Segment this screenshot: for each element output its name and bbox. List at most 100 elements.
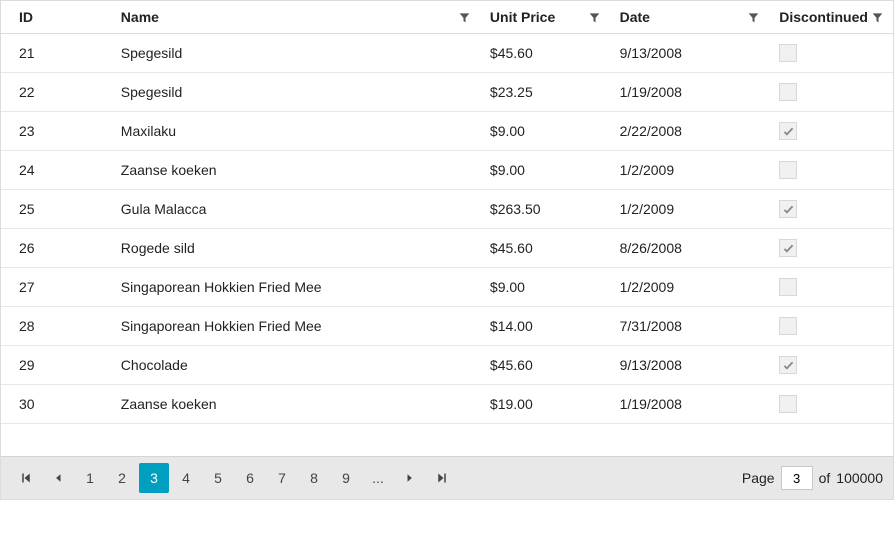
column-label: Date: [620, 9, 749, 25]
page-input[interactable]: [781, 466, 813, 490]
page-number-button[interactable]: 1: [75, 463, 105, 493]
table-row[interactable]: 30Zaanse koeken$19.001/19/2008: [1, 385, 893, 424]
pager-ellipsis[interactable]: ...: [363, 463, 393, 493]
column-header-price[interactable]: Unit Price: [480, 1, 610, 33]
cell-date: 2/22/2008: [610, 112, 770, 150]
cell-price: $45.60: [480, 34, 610, 72]
column-header-name[interactable]: Name: [111, 1, 480, 33]
cell-name: Zaanse koeken: [111, 151, 480, 189]
table-row[interactable]: 28Singaporean Hokkien Fried Mee$14.007/3…: [1, 307, 893, 346]
cell-price: $9.00: [480, 112, 610, 150]
page-number-button[interactable]: 5: [203, 463, 233, 493]
table-row[interactable]: 26Rogede sild$45.608/26/2008: [1, 229, 893, 268]
filter-icon[interactable]: [872, 12, 883, 23]
cell-name: Singaporean Hokkien Fried Mee: [111, 307, 480, 345]
pager-nav: 123456789 ...: [11, 463, 457, 493]
cell-id: 25: [1, 190, 111, 228]
checkbox-checked-icon[interactable]: [779, 200, 797, 218]
cell-discontinued: [769, 307, 893, 345]
column-label: Unit Price: [490, 9, 589, 25]
page-number-button[interactable]: 7: [267, 463, 297, 493]
cell-price: $14.00: [480, 307, 610, 345]
page-number-button[interactable]: 6: [235, 463, 265, 493]
cell-discontinued: [769, 190, 893, 228]
cell-discontinued: [769, 385, 893, 423]
cell-date: 1/19/2008: [610, 385, 770, 423]
cell-discontinued: [769, 346, 893, 384]
cell-discontinued: [769, 151, 893, 189]
table-spacer: [1, 424, 893, 456]
column-header-date[interactable]: Date: [610, 1, 770, 33]
column-label: Discontinued: [779, 9, 872, 25]
last-page-button[interactable]: [427, 463, 457, 493]
filter-icon[interactable]: [589, 12, 600, 23]
page-number-button[interactable]: 8: [299, 463, 329, 493]
cell-date: 7/31/2008: [610, 307, 770, 345]
page-label: Page: [742, 470, 775, 486]
cell-name: Singaporean Hokkien Fried Mee: [111, 268, 480, 306]
cell-name: Rogede sild: [111, 229, 480, 267]
cell-price: $23.25: [480, 73, 610, 111]
pager: 123456789 ... Page of 100000: [1, 456, 893, 499]
cell-price: $45.60: [480, 346, 610, 384]
column-header-id[interactable]: ID: [1, 1, 111, 33]
cell-date: 1/2/2009: [610, 151, 770, 189]
filter-icon[interactable]: [459, 12, 470, 23]
column-label: ID: [19, 9, 101, 25]
cell-price: $45.60: [480, 229, 610, 267]
table-row[interactable]: 25Gula Malacca$263.501/2/2009: [1, 190, 893, 229]
cell-id: 21: [1, 34, 111, 72]
table-body: 21Spegesild$45.609/13/200822Spegesild$23…: [1, 34, 893, 424]
total-pages: 100000: [836, 470, 883, 486]
of-label: of: [819, 470, 831, 486]
cell-name: Chocolade: [111, 346, 480, 384]
cell-id: 29: [1, 346, 111, 384]
cell-name: Gula Malacca: [111, 190, 480, 228]
cell-date: 9/13/2008: [610, 34, 770, 72]
cell-discontinued: [769, 34, 893, 72]
column-header-discontinued[interactable]: Discontinued: [769, 1, 893, 33]
page-number-button[interactable]: 4: [171, 463, 201, 493]
cell-date: 9/13/2008: [610, 346, 770, 384]
checkbox-icon[interactable]: [779, 161, 797, 179]
cell-price: $9.00: [480, 268, 610, 306]
cell-date: 1/19/2008: [610, 73, 770, 111]
checkbox-icon[interactable]: [779, 395, 797, 413]
checkbox-checked-icon[interactable]: [779, 122, 797, 140]
cell-discontinued: [769, 112, 893, 150]
checkbox-checked-icon[interactable]: [779, 239, 797, 257]
table-row[interactable]: 27Singaporean Hokkien Fried Mee$9.001/2/…: [1, 268, 893, 307]
checkbox-icon[interactable]: [779, 278, 797, 296]
cell-name: Maxilaku: [111, 112, 480, 150]
table-row[interactable]: 24Zaanse koeken$9.001/2/2009: [1, 151, 893, 190]
cell-id: 27: [1, 268, 111, 306]
next-page-button[interactable]: [395, 463, 425, 493]
checkbox-checked-icon[interactable]: [779, 356, 797, 374]
table-row[interactable]: 22Spegesild$23.251/19/2008: [1, 73, 893, 112]
page-number-button[interactable]: 9: [331, 463, 361, 493]
cell-id: 28: [1, 307, 111, 345]
cell-discontinued: [769, 73, 893, 111]
first-page-button[interactable]: [11, 463, 41, 493]
checkbox-icon[interactable]: [779, 83, 797, 101]
table-header: ID Name Unit Price Date Discontinued: [1, 1, 893, 34]
cell-name: Spegesild: [111, 73, 480, 111]
cell-id: 23: [1, 112, 111, 150]
prev-page-button[interactable]: [43, 463, 73, 493]
cell-price: $19.00: [480, 385, 610, 423]
page-number-button[interactable]: 2: [107, 463, 137, 493]
table-row[interactable]: 21Spegesild$45.609/13/2008: [1, 34, 893, 73]
checkbox-icon[interactable]: [779, 44, 797, 62]
cell-discontinued: [769, 268, 893, 306]
table-row[interactable]: 23Maxilaku$9.002/22/2008: [1, 112, 893, 151]
cell-id: 30: [1, 385, 111, 423]
table-row[interactable]: 29Chocolade$45.609/13/2008: [1, 346, 893, 385]
filter-icon[interactable]: [748, 12, 759, 23]
checkbox-icon[interactable]: [779, 317, 797, 335]
cell-id: 24: [1, 151, 111, 189]
column-label: Name: [121, 9, 459, 25]
page-number-button[interactable]: 3: [139, 463, 169, 493]
cell-price: $263.50: [480, 190, 610, 228]
data-grid: ID Name Unit Price Date Discontinued: [0, 0, 894, 500]
cell-id: 26: [1, 229, 111, 267]
